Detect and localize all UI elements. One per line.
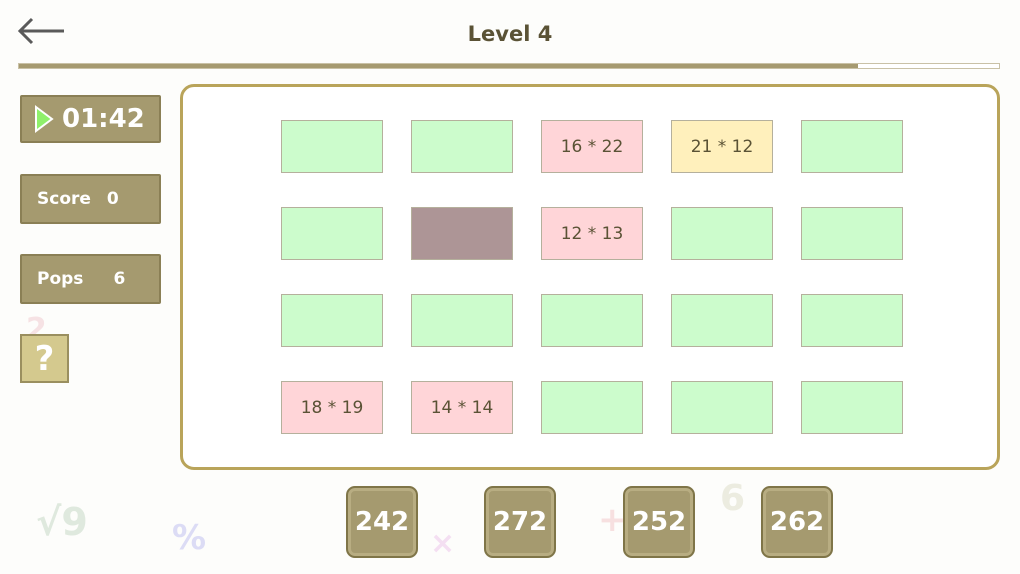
help-label: ? bbox=[34, 338, 55, 379]
tile-r1-c5[interactable] bbox=[801, 120, 903, 173]
answer-button-3[interactable]: 252 bbox=[623, 486, 695, 558]
tile-r3-c5[interactable] bbox=[801, 294, 903, 347]
game-board: 16 * 22 21 * 12 12 * 13 18 * 19 14 * 14 bbox=[180, 84, 1000, 470]
tile-r1-c3[interactable]: 16 * 22 bbox=[541, 120, 643, 173]
tile-r4-c3[interactable] bbox=[541, 381, 643, 434]
play-icon bbox=[34, 105, 54, 133]
tile-r4-c4[interactable] bbox=[671, 381, 773, 434]
score-value: 0 bbox=[106, 189, 119, 209]
score-label: Score bbox=[37, 189, 91, 209]
tile-r4-c2[interactable]: 14 * 14 bbox=[411, 381, 513, 434]
answer-choices: 242 272 252 262 bbox=[346, 486, 834, 558]
pops-label: Pops bbox=[37, 269, 84, 289]
tile-r2-c2[interactable] bbox=[411, 207, 513, 260]
tile-r3-c4[interactable] bbox=[671, 294, 773, 347]
tile-r1-c4[interactable]: 21 * 12 bbox=[671, 120, 773, 173]
level-title: Level 4 bbox=[467, 22, 553, 46]
help-button[interactable]: ? bbox=[20, 334, 69, 383]
tile-r2-c4[interactable] bbox=[671, 207, 773, 260]
tile-r4-c1[interactable]: 18 * 19 bbox=[281, 381, 383, 434]
answer-button-2[interactable]: 272 bbox=[484, 486, 556, 558]
answer-button-4[interactable]: 262 bbox=[761, 486, 833, 558]
level-progress-fill bbox=[19, 64, 858, 68]
level-progress-bar bbox=[18, 63, 1000, 69]
tile-r1-c2[interactable] bbox=[411, 120, 513, 173]
tile-grid: 16 * 22 21 * 12 12 * 13 18 * 19 14 * 14 bbox=[281, 120, 903, 434]
tile-r2-c1[interactable] bbox=[281, 207, 383, 260]
pops-display: Pops 6 bbox=[20, 254, 161, 304]
decoration-sqrt: √9 bbox=[36, 500, 88, 544]
pops-value: 6 bbox=[113, 269, 126, 289]
decoration-percent: % bbox=[172, 518, 207, 558]
timer-value: 01:42 bbox=[62, 104, 145, 134]
tile-r3-c1[interactable] bbox=[281, 294, 383, 347]
tile-r1-c1[interactable] bbox=[281, 120, 383, 173]
tile-r4-c5[interactable] bbox=[801, 381, 903, 434]
timer-display[interactable]: 01:42 bbox=[20, 95, 161, 143]
tile-r2-c3[interactable]: 12 * 13 bbox=[541, 207, 643, 260]
tile-r3-c2[interactable] bbox=[411, 294, 513, 347]
tile-r3-c3[interactable] bbox=[541, 294, 643, 347]
score-display: Score 0 bbox=[20, 174, 161, 224]
answer-button-1[interactable]: 242 bbox=[346, 486, 418, 558]
tile-r2-c5[interactable] bbox=[801, 207, 903, 260]
